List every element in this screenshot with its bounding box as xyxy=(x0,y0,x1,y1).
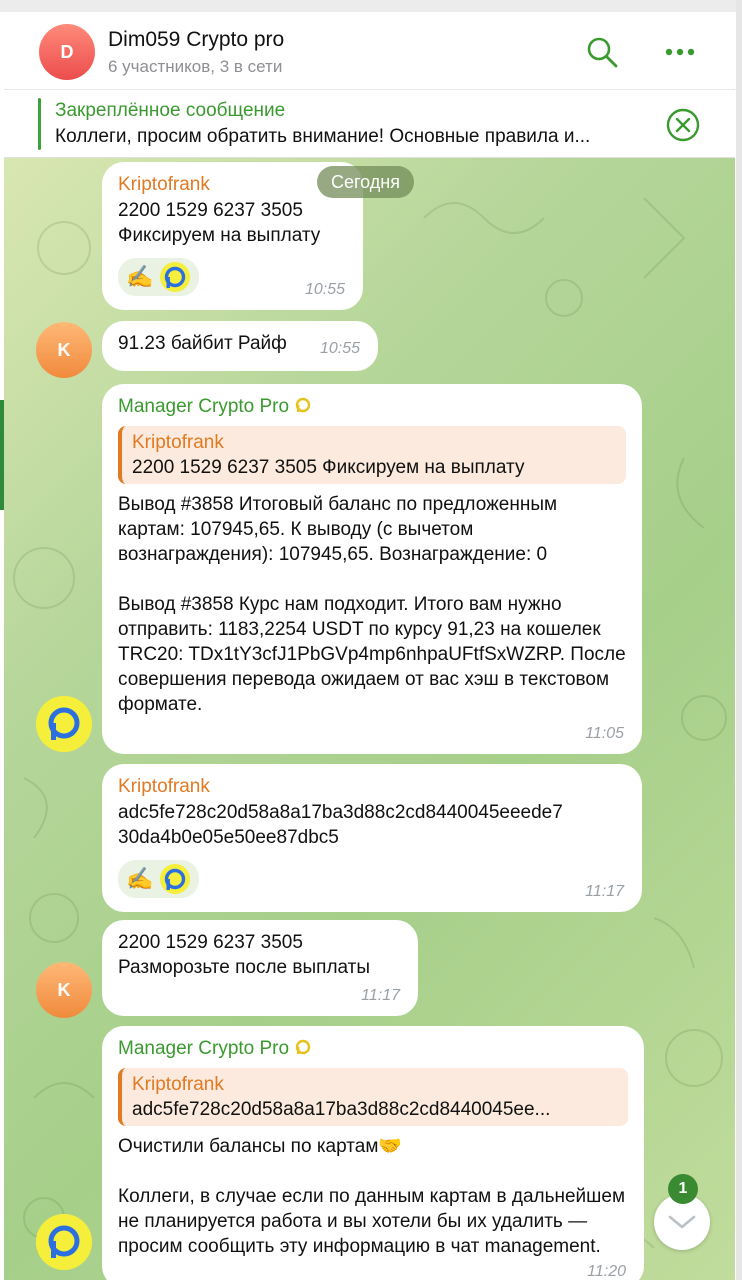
message-text: Вывод #3858 Итоговый баланс по предложен… xyxy=(118,494,626,715)
quote-text: adc5fe728c20d58a8a17ba3d88c2cd8440045ee.… xyxy=(132,1099,551,1120)
chat-header: D Dim059 Crypto pro 6 участников, 3 в се… xyxy=(4,12,735,90)
chat-window: D Dim059 Crypto pro 6 участников, 3 в се… xyxy=(4,12,735,1280)
message-bubble[interactable]: Kriptofrank adc5fe728c20d58a8a17ba3d88c2… xyxy=(102,764,642,912)
chevron-down-icon xyxy=(668,1215,696,1229)
message-time: 11:17 xyxy=(361,987,400,1004)
message-bubble[interactable]: 91.23 байбит Райф 10:55 xyxy=(102,321,378,371)
writing-hand-reaction[interactable]: ✍️ xyxy=(126,868,153,890)
message-sender[interactable]: Kriptofrank xyxy=(118,172,347,198)
message-bubble[interactable]: Manager Crypto Pro Kriptofrank adc5fe728… xyxy=(102,1026,644,1280)
message-sender[interactable]: Kriptofrank xyxy=(118,774,626,800)
reactions[interactable]: ✍️ xyxy=(118,860,200,898)
more-button[interactable] xyxy=(660,34,700,70)
group-avatar[interactable]: D xyxy=(39,24,95,80)
message-list[interactable]: Kriptofrank 2200 1529 6237 3505 Фиксируе… xyxy=(4,158,735,1280)
manager-logo-icon xyxy=(160,262,191,292)
manager-logo-icon xyxy=(36,1214,92,1270)
chat-title[interactable]: Dim059 Crypto pro xyxy=(108,28,284,52)
message-text: 2200 1529 6237 3505 Фиксируем на выплату xyxy=(118,200,321,246)
manager-logo-icon xyxy=(160,864,191,894)
sender-name[interactable]: Manager Crypto Pro xyxy=(118,396,289,417)
message-text: Очистили балансы по картам🤝 Коллеги, в с… xyxy=(118,1136,626,1257)
sender-badge-icon xyxy=(296,397,311,413)
pinned-title: Закреплённое сообщение xyxy=(55,100,286,121)
message-time: 10:55 xyxy=(319,340,360,357)
message-sender[interactable]: Manager Crypto Pro xyxy=(118,1036,628,1062)
sender-name[interactable]: Manager Crypto Pro xyxy=(118,1038,289,1059)
message-text: adc5fe728c20d58a8a17ba3d88c2cd8440045eee… xyxy=(118,802,563,848)
pinned-indicator xyxy=(38,98,41,150)
manager-avatar[interactable] xyxy=(36,696,92,752)
search-button[interactable] xyxy=(582,32,622,72)
message-time: 11:17 xyxy=(585,883,624,900)
quote-sender: Kriptofrank xyxy=(132,1074,224,1095)
manager-avatar[interactable] xyxy=(36,1214,92,1270)
reply-quote[interactable]: Kriptofrank 2200 1529 6237 3505 Фиксируе… xyxy=(118,426,626,484)
quote-sender: Kriptofrank xyxy=(132,432,224,453)
quote-text: 2200 1529 6237 3505 Фиксируем на выплату xyxy=(132,457,525,478)
date-separator: Сегодня xyxy=(317,166,414,198)
sender-badge-icon xyxy=(296,1039,311,1055)
unpin-button[interactable] xyxy=(665,107,701,143)
sender-avatar[interactable]: K xyxy=(36,322,92,378)
unread-count-badge: 1 xyxy=(668,1174,698,1204)
reply-quote[interactable]: Kriptofrank adc5fe728c20d58a8a17ba3d88c2… xyxy=(118,1068,628,1126)
message-text: 2200 1529 6237 3505 Разморозьте после вы… xyxy=(118,932,371,978)
close-icon xyxy=(666,108,700,142)
window-top-strip xyxy=(0,0,742,12)
message-time: 11:05 xyxy=(585,725,624,742)
pinned-message-bar[interactable]: Закреплённое сообщение Коллеги, просим о… xyxy=(4,90,735,158)
pinned-text: Коллеги, просим обратить внимание! Основ… xyxy=(55,126,591,147)
sender-avatar[interactable]: K xyxy=(36,962,92,1018)
message-sender[interactable]: Manager Crypto Pro xyxy=(118,394,626,420)
writing-hand-reaction[interactable]: ✍️ xyxy=(126,266,153,288)
chat-subtitle: 6 участников, 3 в сети xyxy=(108,57,283,76)
window-right-edge xyxy=(736,0,742,1280)
message-time: 10:55 xyxy=(304,281,345,298)
search-icon xyxy=(587,37,618,68)
reactions[interactable]: ✍️ xyxy=(118,258,200,296)
message-bubble[interactable]: Manager Crypto Pro Kriptofrank 2200 1529… xyxy=(102,384,642,754)
manager-logo-icon xyxy=(36,696,92,752)
message-bubble[interactable]: 2200 1529 6237 3505 Разморозьте после вы… xyxy=(102,920,418,1016)
message-time: 11:20 xyxy=(587,1263,626,1280)
more-icon xyxy=(665,48,695,56)
